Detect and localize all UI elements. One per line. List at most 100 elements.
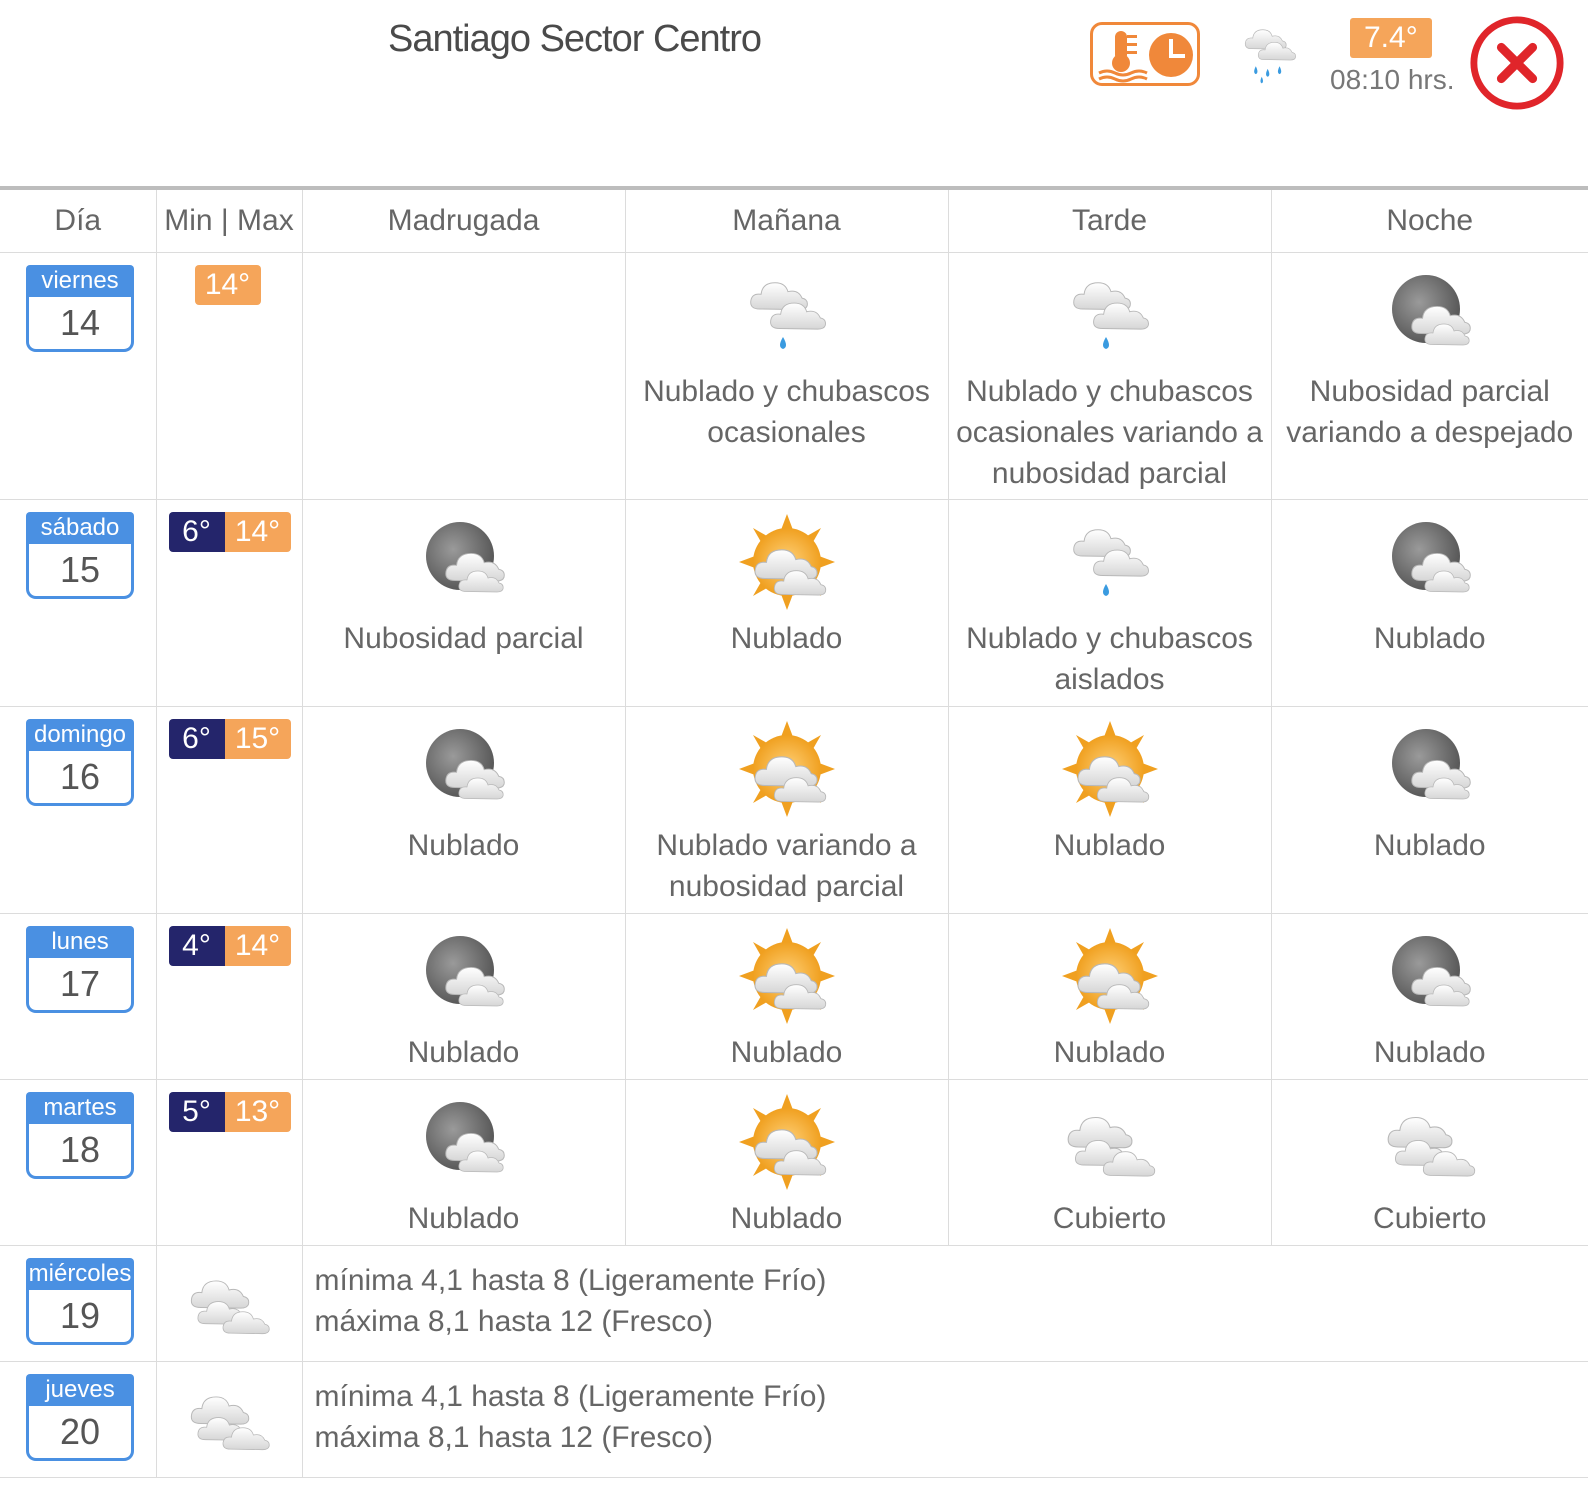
cloud-showers-icon	[1060, 512, 1160, 612]
day-name: martes	[26, 1092, 134, 1124]
period-tarde: Nublado	[947, 706, 1272, 914]
day-number: 17	[26, 958, 134, 1013]
min-temperature: 6°	[168, 719, 225, 759]
period-description: Nubosidad parcial	[343, 622, 584, 655]
period-tarde: Cubierto	[947, 1079, 1272, 1246]
forecast-row: lunes 17 4° 14° Nublado Nublado Nublado	[0, 913, 1588, 1080]
temperature-range: 5° 13°	[168, 1092, 302, 1132]
period-description: Nublado y chubascos ocasionales	[643, 375, 930, 449]
period-description: Cubierto	[1052, 1202, 1167, 1235]
day-name: miércoles	[26, 1258, 134, 1290]
sun-cloud-icon	[737, 512, 837, 612]
min-temperature: 5°	[168, 1092, 225, 1132]
period-description: Nublado y chubascos ocasionales variando…	[956, 375, 1263, 490]
period-description: Nublado	[730, 1202, 843, 1235]
period-description: Nublado y chubascos aislados	[966, 622, 1253, 696]
day-badge: lunes 17	[26, 926, 134, 1014]
period-description: Nubosidad parcial variando a despejado	[1286, 375, 1574, 449]
min-range-text: mínima 4,1 hasta 8 (Ligeramente Frío)	[314, 1380, 827, 1413]
moon-cloud-icon	[414, 719, 514, 819]
max-range-text: máxima 8,1 hasta 12 (Fresco)	[314, 1421, 713, 1454]
max-temperature: 15°	[224, 719, 291, 759]
column-header-minmax: Min | Max	[155, 190, 303, 253]
column-header-tarde: Tarde	[947, 190, 1272, 253]
temperature-range: 4° 14°	[168, 926, 302, 966]
max-temperature: 14°	[224, 512, 291, 552]
moon-cloud-icon	[1380, 926, 1480, 1026]
max-range-text: máxima 8,1 hasta 12 (Fresco)	[314, 1305, 713, 1338]
temperature-history-button[interactable]	[1090, 22, 1200, 86]
period-description: Nublado	[407, 829, 520, 862]
cloud-rain-icon	[1236, 18, 1302, 88]
day-number: 16	[26, 751, 134, 806]
day-number: 14	[26, 297, 134, 352]
sun-cloud-icon	[737, 1092, 837, 1192]
table-header-row: Día Min | Max Madrugada Mañana Tarde Noc…	[0, 190, 1588, 253]
period-noche: Nublado	[1270, 913, 1588, 1080]
period-tarde: Nublado y chubascos ocasionales variando…	[947, 252, 1272, 500]
period-madrugada	[301, 252, 626, 500]
day-name: viernes	[26, 265, 134, 297]
period-description: Nublado	[407, 1036, 520, 1069]
day-number: 19	[26, 1290, 134, 1345]
period-description: Nublado	[1373, 1036, 1486, 1069]
moon-cloud-icon	[414, 512, 514, 612]
period-description: Nublado	[407, 1202, 520, 1235]
current-temperature: 7.4°	[1350, 18, 1432, 58]
period-madrugada: Nublado	[301, 706, 626, 914]
day-name: domingo	[26, 719, 134, 751]
moon-cloud-icon	[1380, 265, 1480, 365]
max-temperature: 14°	[194, 265, 261, 305]
forecast-row: sábado 15 6° 14° Nubosidad parcial Nubla…	[0, 499, 1588, 707]
moon-cloud-icon	[414, 1092, 514, 1192]
period-manana: Nublado	[624, 499, 949, 707]
min-temperature: 4°	[168, 926, 225, 966]
day-badge: domingo 16	[26, 719, 134, 807]
day-badge: viernes 14	[26, 265, 134, 353]
period-madrugada: Nublado	[301, 913, 626, 1080]
period-madrugada: Nublado	[301, 1079, 626, 1246]
moon-cloud-icon	[1380, 719, 1480, 819]
period-description: Nublado	[730, 622, 843, 655]
sun-cloud-icon	[737, 719, 837, 819]
max-temperature: 14°	[224, 926, 291, 966]
overcast-icon	[184, 1374, 274, 1464]
forecast-row: domingo 16 6° 15° Nublado Nublado varian…	[0, 706, 1588, 914]
day-name: lunes	[26, 926, 134, 958]
period-madrugada: Nubosidad parcial	[301, 499, 626, 707]
period-description: Cubierto	[1373, 1202, 1487, 1235]
period-manana: Nublado	[624, 1079, 949, 1246]
temperature-range: 6° 15°	[168, 719, 302, 759]
day-badge: miércoles 19	[26, 1258, 134, 1346]
close-button[interactable]	[1468, 14, 1566, 112]
max-temperature: 13°	[224, 1092, 291, 1132]
thermometer-clock-icon	[1098, 31, 1193, 83]
extended-forecast-row: miércoles 19 mínima 4,1 hasta 8 (Ligeram…	[0, 1245, 1588, 1362]
day-badge: sábado 15	[26, 512, 134, 600]
period-manana: Nublado variando a nubosidad parcial	[624, 706, 949, 914]
cloud-showers-icon	[737, 265, 837, 365]
forecast-row: martes 18 5° 13° Nublado Nublado Cubiert…	[0, 1079, 1588, 1246]
period-noche: Nublado	[1270, 499, 1588, 707]
period-manana: Nublado	[624, 913, 949, 1080]
sun-cloud-icon	[1060, 926, 1160, 1026]
period-tarde: Nublado	[947, 913, 1272, 1080]
sun-cloud-icon	[737, 926, 837, 1026]
temperature-range: 14°	[169, 265, 302, 305]
overcast-icon	[1380, 1092, 1480, 1192]
period-description: Nublado	[730, 1036, 843, 1069]
period-noche: Nublado	[1270, 706, 1588, 914]
column-header-manana: Mañana	[624, 190, 949, 253]
day-badge: jueves 20	[26, 1374, 134, 1462]
period-manana: Nublado y chubascos ocasionales	[624, 252, 949, 500]
period-tarde: Nublado y chubascos aislados	[947, 499, 1272, 707]
current-time: 08:10 hrs.	[1330, 64, 1455, 95]
overcast-icon	[184, 1258, 274, 1348]
period-description: Nublado	[1053, 1036, 1166, 1069]
period-description: Nublado	[1053, 829, 1166, 862]
day-number: 20	[26, 1406, 134, 1461]
period-description: Nublado variando a nubosidad parcial	[656, 829, 917, 903]
extended-forecast-text: mínima 4,1 hasta 8 (Ligeramente Frío) má…	[303, 1246, 1588, 1342]
day-number: 15	[26, 544, 134, 599]
forecast-row: viernes 14 14° Nublado y chubascos ocasi…	[0, 252, 1588, 500]
